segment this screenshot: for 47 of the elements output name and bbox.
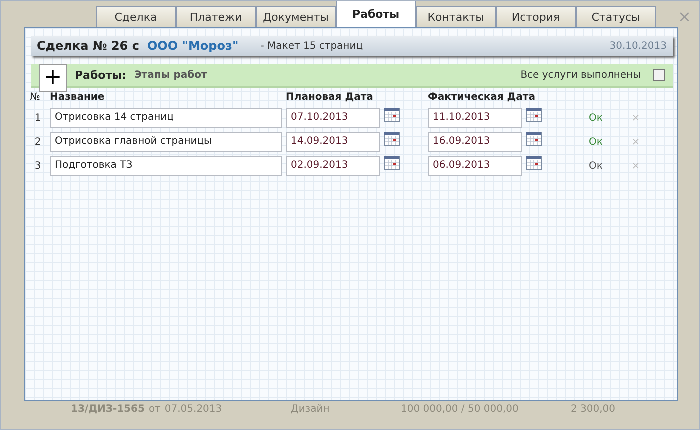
ok-button[interactable]: Ок xyxy=(589,136,603,148)
deal-date: 30.10.2013 xyxy=(610,40,667,52)
calendar-icon[interactable] xyxy=(384,156,400,170)
date-field[interactable]: 07.10.2013 xyxy=(286,108,380,128)
tab[interactable]: Сделка xyxy=(96,6,176,27)
date-field[interactable]: 16.09.2013 xyxy=(428,132,522,152)
tab[interactable]: История xyxy=(496,6,576,27)
works-subtitle: Этапы работ xyxy=(134,70,208,80)
tab[interactable]: Статусы xyxy=(576,6,656,27)
calendar-icon[interactable] xyxy=(526,108,542,122)
sum-text: 2 300,00 xyxy=(571,404,616,415)
calendar-icon[interactable] xyxy=(384,132,400,146)
tab[interactable]: Платежи xyxy=(176,6,256,27)
all-done-checkbox[interactable] xyxy=(653,69,665,81)
contract-number: 13/ДИЗ-1565 xyxy=(71,404,145,415)
calendar-icon[interactable] xyxy=(384,108,400,122)
date-field[interactable]: 02.09.2013 xyxy=(286,156,380,176)
column-header: Название xyxy=(50,92,106,104)
name-field[interactable]: Подготовка ТЗ xyxy=(50,156,282,176)
name-field[interactable]: Отрисовка 14 страниц xyxy=(50,108,282,128)
row-number: 3 xyxy=(34,160,42,172)
client-link[interactable]: ООО "Мороз" xyxy=(147,39,239,53)
works-title: Работы: xyxy=(75,68,126,82)
calendar-icon[interactable] xyxy=(526,156,542,170)
ok-button[interactable]: Ок xyxy=(589,112,603,124)
amounts-text: 100 000,00 / 50 000,00 xyxy=(401,404,520,415)
deal-note: - Макет 15 страниц xyxy=(260,40,364,52)
contract-from: от xyxy=(148,404,161,415)
row-number: 1 xyxy=(34,112,42,124)
column-header: Фактическая Дата xyxy=(428,92,536,104)
tab[interactable]: Контакты xyxy=(416,6,496,27)
ok-button[interactable]: Ок xyxy=(589,160,603,172)
all-done-label: Все услуги выполнены xyxy=(520,70,641,80)
column-header: № xyxy=(30,92,42,104)
tab[interactable]: Документы xyxy=(256,6,336,27)
tab[interactable]: Работы xyxy=(336,1,416,27)
date-field[interactable]: 14.09.2013 xyxy=(286,132,380,152)
service-text: Дизайн xyxy=(291,404,331,415)
calendar-icon[interactable] xyxy=(526,132,542,146)
date-field[interactable]: 11.10.2013 xyxy=(428,108,522,128)
deal-title: Сделка № 26 с xyxy=(37,39,140,53)
name-field[interactable]: Отрисовка главной страницы xyxy=(50,132,282,152)
row-number: 2 xyxy=(34,136,42,148)
contract-date: 07.05.2013 xyxy=(164,404,222,415)
column-header: Плановая Дата xyxy=(286,92,374,104)
date-field[interactable]: 06.09.2013 xyxy=(428,156,522,176)
add-button[interactable]: + xyxy=(39,64,67,92)
